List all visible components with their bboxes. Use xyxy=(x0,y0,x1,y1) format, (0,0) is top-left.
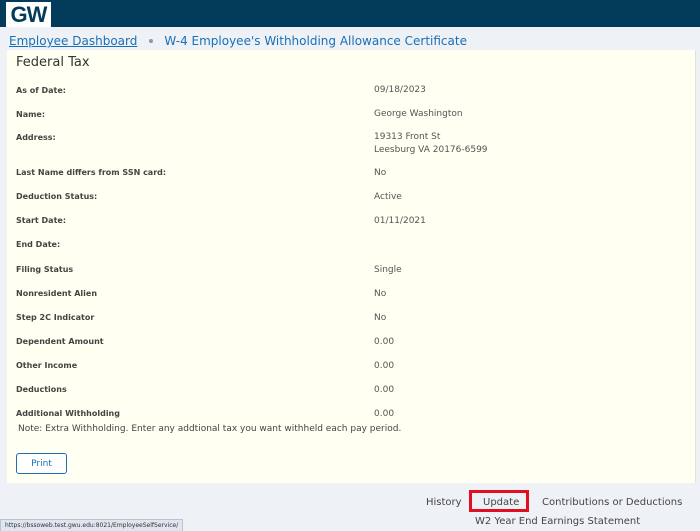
additional-withholding-label: Additional Withholding xyxy=(16,409,120,418)
name-value: George Washington xyxy=(374,109,463,119)
breadcrumb: Employee Dashboard W-4 Employee's Withhol… xyxy=(9,33,467,49)
status-bar-url: https://bssoweb.test.gwu.edu:8021/Employ… xyxy=(0,519,184,531)
start-date-value: 01/11/2021 xyxy=(374,216,426,226)
deductions-label: Deductions xyxy=(16,385,67,394)
nonresident-alien-value: No xyxy=(374,289,387,299)
address-label: Address: xyxy=(16,133,56,142)
name-label: Name: xyxy=(16,110,46,119)
federal-tax-panel: Federal Tax As of Date: 09/18/2023 Name:… xyxy=(7,50,696,483)
print-button[interactable]: Print xyxy=(16,453,67,474)
dependent-amount-value: 0.00 xyxy=(374,337,395,347)
filing-status-value: Single xyxy=(374,265,402,275)
deductions-value: 0.00 xyxy=(374,385,395,395)
deduction-status-label: Deduction Status: xyxy=(16,192,98,201)
address-line2-value: Leesburg VA 20176-6599 xyxy=(374,145,488,155)
last-name-differs-label: Last Name differs from SSN card: xyxy=(16,168,167,177)
other-income-label: Other Income xyxy=(16,361,78,370)
history-link[interactable]: History xyxy=(426,496,462,509)
deduction-status-value: Active xyxy=(374,192,402,202)
step-2c-indicator-label: Step 2C Indicator xyxy=(16,313,95,322)
step-2c-indicator-value: No xyxy=(374,313,387,323)
as-of-date-value: 09/18/2023 xyxy=(374,85,426,95)
start-date-label: Start Date: xyxy=(16,216,67,225)
last-name-differs-value: No xyxy=(374,168,387,178)
dependent-amount-label: Dependent Amount xyxy=(16,337,104,346)
breadcrumb-employee-dashboard-link[interactable]: Employee Dashboard xyxy=(9,34,137,48)
address-line1-value: 19313 Front St xyxy=(374,132,441,142)
breadcrumb-separator-icon xyxy=(149,38,154,43)
section-title: Federal Tax xyxy=(16,55,90,70)
contributions-or-deductions-link[interactable]: Contributions or Deductions xyxy=(542,496,682,509)
top-header-bar: GW xyxy=(0,0,700,27)
w2-year-end-earnings-link[interactable]: W2 Year End Earnings Statement xyxy=(475,515,640,528)
other-income-value: 0.00 xyxy=(374,361,395,371)
filing-status-label: Filing Status xyxy=(16,265,74,274)
gw-logo[interactable]: GW xyxy=(6,2,51,27)
extra-withholding-note: Note: Extra Withholding. Enter any addti… xyxy=(18,424,402,434)
as-of-date-label: As of Date: xyxy=(16,86,66,95)
nonresident-alien-label: Nonresident Alien xyxy=(16,289,98,298)
end-date-label: End Date: xyxy=(16,240,61,249)
update-link[interactable]: Update xyxy=(483,496,519,509)
breadcrumb-current-page: W-4 Employee's Withholding Allowance Cer… xyxy=(164,34,467,48)
additional-withholding-value: 0.00 xyxy=(374,409,395,419)
